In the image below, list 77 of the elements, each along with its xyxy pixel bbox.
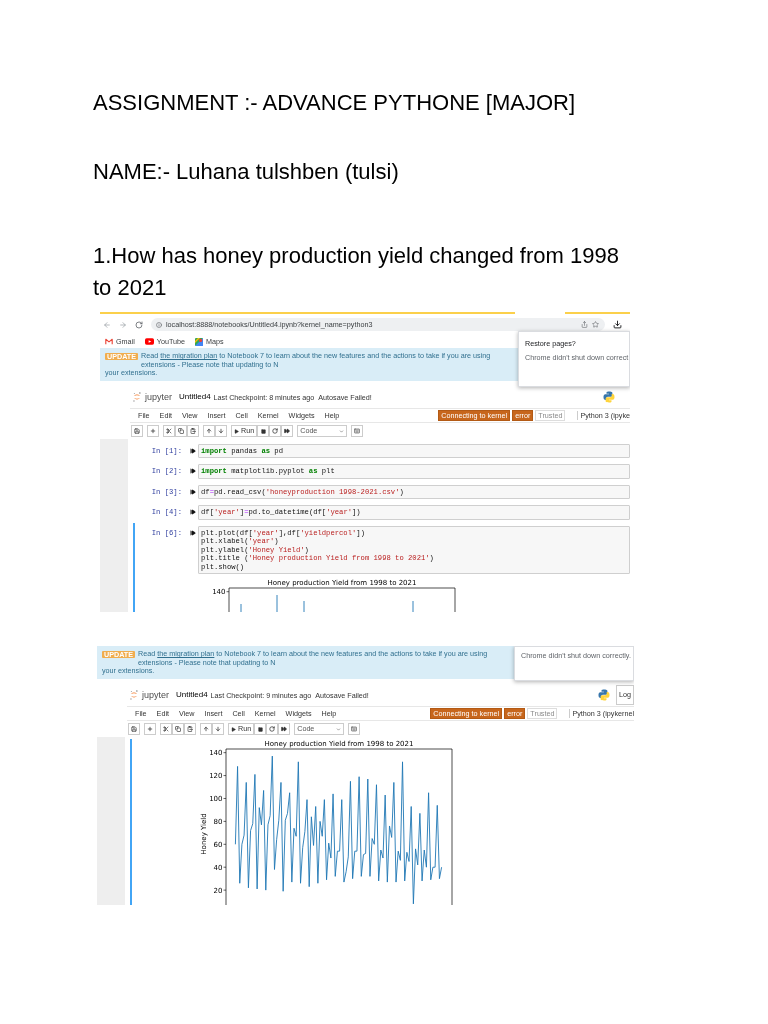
keyboard-icon	[354, 428, 361, 434]
run-cell-icon[interactable]	[190, 468, 196, 475]
restart-button[interactable]	[269, 425, 282, 437]
stop-button[interactable]	[254, 723, 267, 735]
scissors-icon	[163, 726, 169, 732]
keyboard-icon	[351, 726, 358, 732]
arrow-up-icon	[203, 726, 209, 732]
clipboard-icon	[190, 428, 196, 434]
arrow-up-icon	[206, 428, 212, 434]
save-button[interactable]	[128, 723, 140, 735]
python-logo-icon	[598, 689, 610, 701]
mail-icon	[105, 338, 113, 345]
assignment-title: ASSIGNMENT :- ADVANCE PYTHONE [MAJOR]	[93, 89, 576, 117]
caret-icon	[339, 428, 345, 434]
question-text: 1.How has honey production yield changed from 1998 to 2021	[93, 242, 620, 302]
paste-button[interactable]	[187, 425, 199, 437]
notebook-title[interactable]: Untitled4	[179, 391, 211, 403]
cut-button[interactable]	[163, 425, 175, 437]
move-up-button[interactable]	[203, 425, 215, 437]
copy-button[interactable]	[172, 723, 184, 735]
loading-stripe	[565, 312, 630, 314]
save-icon	[131, 726, 137, 732]
run-cell-icon[interactable]	[190, 447, 196, 454]
keyboard-button[interactable]	[351, 425, 364, 437]
run-cell-icon[interactable]	[190, 509, 196, 516]
move-down-button[interactable]	[212, 723, 224, 735]
keyboard-button[interactable]	[348, 723, 361, 735]
video-play-icon	[144, 338, 154, 345]
fast-forward-icon	[281, 726, 288, 732]
star-icon[interactable]	[592, 321, 599, 328]
run-cell-icon[interactable]	[190, 488, 196, 495]
share-icon[interactable]	[581, 321, 588, 328]
play-icon	[231, 726, 236, 732]
logo-text: jupyter	[142, 689, 169, 701]
paste-button[interactable]	[184, 723, 196, 735]
copy-button[interactable]	[175, 425, 187, 437]
add-cell-button[interactable]	[144, 723, 156, 735]
cut-button[interactable]	[160, 723, 172, 735]
add-cell-button[interactable]	[147, 425, 159, 437]
jupyter-logo-icon	[133, 392, 141, 402]
plot-line	[412, 600, 414, 612]
notebook-title[interactable]: Untitled4	[176, 689, 208, 701]
run-all-button[interactable]	[278, 723, 291, 735]
clipboard-icon	[187, 726, 193, 732]
info-icon[interactable]	[156, 321, 162, 328]
save-button[interactable]	[131, 425, 143, 437]
stop-button[interactable]	[257, 425, 270, 437]
fast-forward-icon	[284, 428, 291, 434]
restart-button[interactable]	[266, 723, 279, 735]
logo-text: jupyter	[145, 391, 172, 403]
download-icon[interactable]	[613, 320, 622, 329]
arrow-down-icon	[215, 726, 221, 732]
save-icon	[134, 428, 140, 434]
python-logo-icon	[603, 391, 615, 403]
run-cell-icon[interactable]	[190, 529, 196, 536]
caret-icon	[336, 726, 342, 732]
reload-icon[interactable]	[135, 320, 143, 329]
restart-icon	[269, 726, 276, 732]
plus-icon	[147, 726, 153, 732]
arrow-down-icon	[218, 428, 224, 434]
copy-icon	[178, 428, 184, 434]
copy-icon	[175, 726, 181, 732]
restart-icon	[272, 428, 279, 434]
plot-line	[240, 603, 242, 612]
jupyter-logo-icon	[130, 690, 138, 700]
run-all-button[interactable]	[281, 425, 294, 437]
move-up-button[interactable]	[200, 723, 212, 735]
stop-icon	[260, 428, 266, 434]
move-down-button[interactable]	[215, 425, 227, 437]
student-name: NAME:- Luhana tulshben (tulsi)	[93, 158, 399, 186]
stop-icon	[257, 726, 263, 732]
plot-line	[276, 594, 278, 612]
scissors-icon	[166, 428, 172, 434]
plus-icon	[150, 428, 156, 434]
plot-line	[303, 600, 305, 612]
map-icon	[195, 337, 204, 346]
play-icon	[234, 428, 239, 434]
